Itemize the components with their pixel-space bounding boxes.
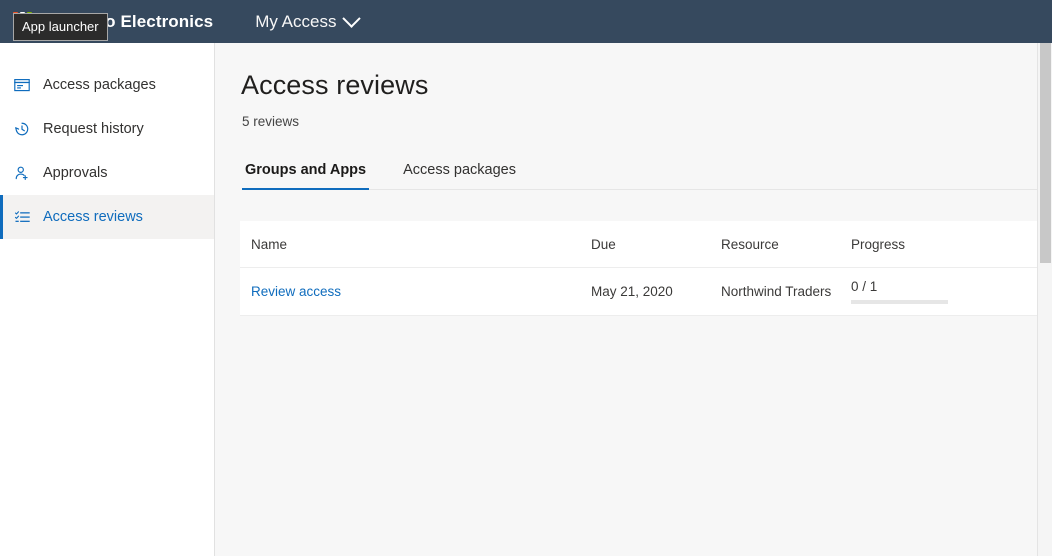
sidebar-item-request-history[interactable]: Request history (0, 107, 214, 151)
app-launcher-tooltip: App launcher (13, 13, 108, 41)
chevron-down-icon (343, 9, 361, 27)
sidebar-item-label: Access reviews (43, 209, 143, 225)
column-header-due[interactable]: Due (591, 237, 721, 252)
top-navigation-bar: Contoso Electronics My Access (0, 0, 1052, 43)
sidebar-item-access-reviews[interactable]: Access reviews (0, 195, 214, 239)
review-resource: Northwind Traders (721, 284, 851, 299)
sidebar-item-label: Approvals (43, 165, 107, 181)
reviews-table: Name Due Resource Progress Review access… (240, 221, 1052, 316)
sidebar-item-label: Access packages (43, 77, 156, 93)
person-add-icon (12, 163, 32, 183)
sidebar-item-label: Request history (43, 121, 144, 137)
sidebar-item-approvals[interactable]: Approvals (0, 151, 214, 195)
review-name-link[interactable]: Review access (251, 284, 591, 299)
table-row[interactable]: Review access May 21, 2020 Northwind Tra… (240, 268, 1052, 316)
checklist-icon (12, 207, 32, 227)
progress-label: 0 / 1 (851, 279, 1052, 294)
review-due-date: May 21, 2020 (591, 284, 721, 299)
column-header-progress[interactable]: Progress (851, 237, 1052, 252)
page-title: Access reviews (241, 70, 1052, 101)
main-content: Access reviews 5 reviews Groups and Apps… (215, 43, 1052, 556)
sidebar-item-access-packages[interactable]: Access packages (0, 63, 214, 107)
column-header-resource[interactable]: Resource (721, 237, 851, 252)
my-access-app: Contoso Electronics My Access App launch… (0, 0, 1052, 556)
vertical-scrollbar[interactable] (1037, 43, 1052, 556)
app-name-menu[interactable]: My Access (255, 12, 358, 32)
package-box-icon (12, 75, 32, 95)
review-progress: 0 / 1 (851, 279, 1052, 304)
app-name-label: My Access (255, 12, 336, 32)
table-header-row: Name Due Resource Progress (240, 221, 1052, 268)
scrollbar-thumb[interactable] (1040, 43, 1051, 263)
tab-groups-and-apps[interactable]: Groups and Apps (242, 162, 369, 189)
tab-access-packages[interactable]: Access packages (400, 162, 519, 189)
sidebar-navigation: Access packages Request history Appr (0, 43, 215, 556)
tab-bar: Groups and Apps Access packages (242, 162, 1052, 190)
history-clock-icon (12, 119, 32, 139)
progress-bar-track (851, 300, 948, 304)
page-subtitle: 5 reviews (242, 114, 1052, 129)
column-header-name[interactable]: Name (251, 237, 591, 252)
